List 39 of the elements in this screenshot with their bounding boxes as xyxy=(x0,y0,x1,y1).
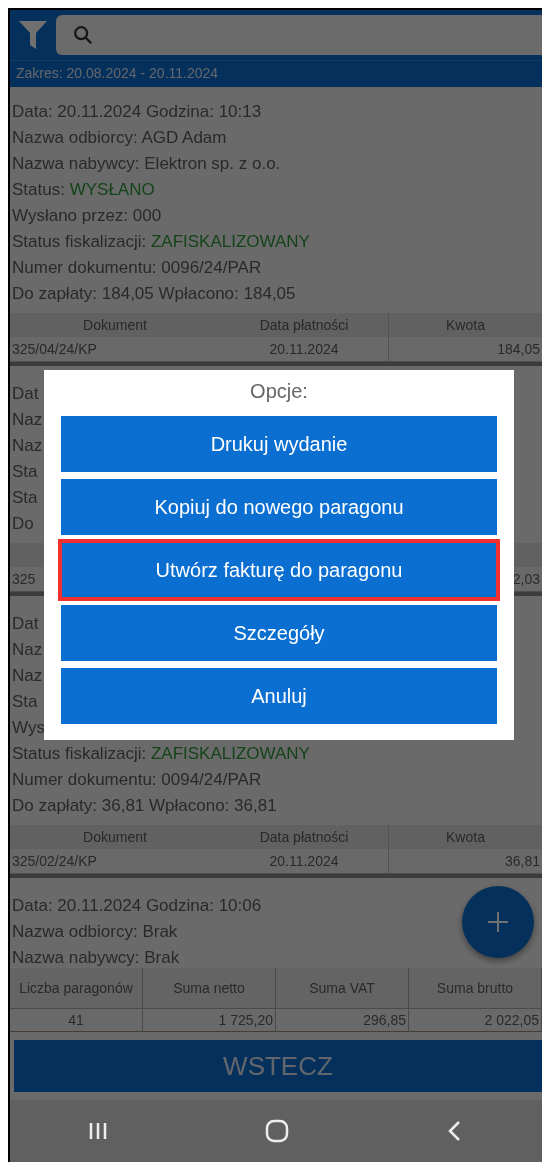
record-line: Wysłano przez: 000 xyxy=(11,205,162,227)
record-line: Naz xyxy=(11,665,43,687)
table-cell: 41 xyxy=(10,1009,143,1032)
record-line: Sta xyxy=(11,461,38,483)
dialog-title: Opcje: xyxy=(249,380,309,404)
record-line: Naz xyxy=(11,435,43,457)
status-line: Status fiskalizacji: ZAFISKALIZOWANY xyxy=(11,231,310,253)
status-line: Status fiskalizacji: ZAFISKALIZOWANY xyxy=(11,743,310,765)
record-line: Do xyxy=(11,513,34,535)
record-line: Naz xyxy=(11,639,43,661)
table-cell: 36,81 xyxy=(388,849,542,874)
record-line: Dat xyxy=(11,613,39,635)
record-line: Nazwa odbiorcy: Brak xyxy=(11,921,178,943)
record-line: Dat xyxy=(11,383,39,405)
record-line: Data: 20.11.2024 Godzina: 10:06 xyxy=(11,895,262,917)
record-line: Data: 20.11.2024 Godzina: 10:13 xyxy=(11,101,262,123)
date-range: Zakres: 20.08.2024 - 20.11.2024 xyxy=(10,60,542,87)
record-line: Do zapłaty: 36,81 Wpłacono: 36,81 xyxy=(11,795,277,817)
table-cell: 1 725,20 xyxy=(143,1009,276,1032)
column-header: Dokument xyxy=(10,313,220,337)
record-line: Sta xyxy=(11,487,38,509)
record-line: Wys xyxy=(11,717,45,739)
column-header: Kwota xyxy=(388,313,542,337)
record-line: Numer dokumentu: 0096/24/PAR xyxy=(11,257,262,279)
table-cell: 296,85 xyxy=(276,1009,409,1032)
table-cell: 184,05 xyxy=(388,337,542,362)
table-cell: 2 022,05 xyxy=(409,1009,542,1032)
record-line: Nazwa nabywcy: Brak xyxy=(11,947,180,968)
record-line: Nazwa nabywcy: Elektron sp. z o.o. xyxy=(11,153,281,175)
column-header: Dokument xyxy=(10,825,220,849)
record-line: Do zapłaty: 184,05 Wpłacono: 184,05 xyxy=(11,283,296,305)
record-line: Nazwa odbiorcy: AGD Adam xyxy=(11,127,227,149)
record-line: Numer dokumentu: 0094/24/PAR xyxy=(11,769,262,791)
record-line: Naz xyxy=(11,409,43,431)
column-header: Data płatności xyxy=(220,825,388,849)
status-line: Status: WYSŁANO xyxy=(11,179,155,201)
column-header: Data płatności xyxy=(220,313,388,337)
record-line: Sta xyxy=(11,691,38,713)
column-header: Kwota xyxy=(388,825,542,849)
